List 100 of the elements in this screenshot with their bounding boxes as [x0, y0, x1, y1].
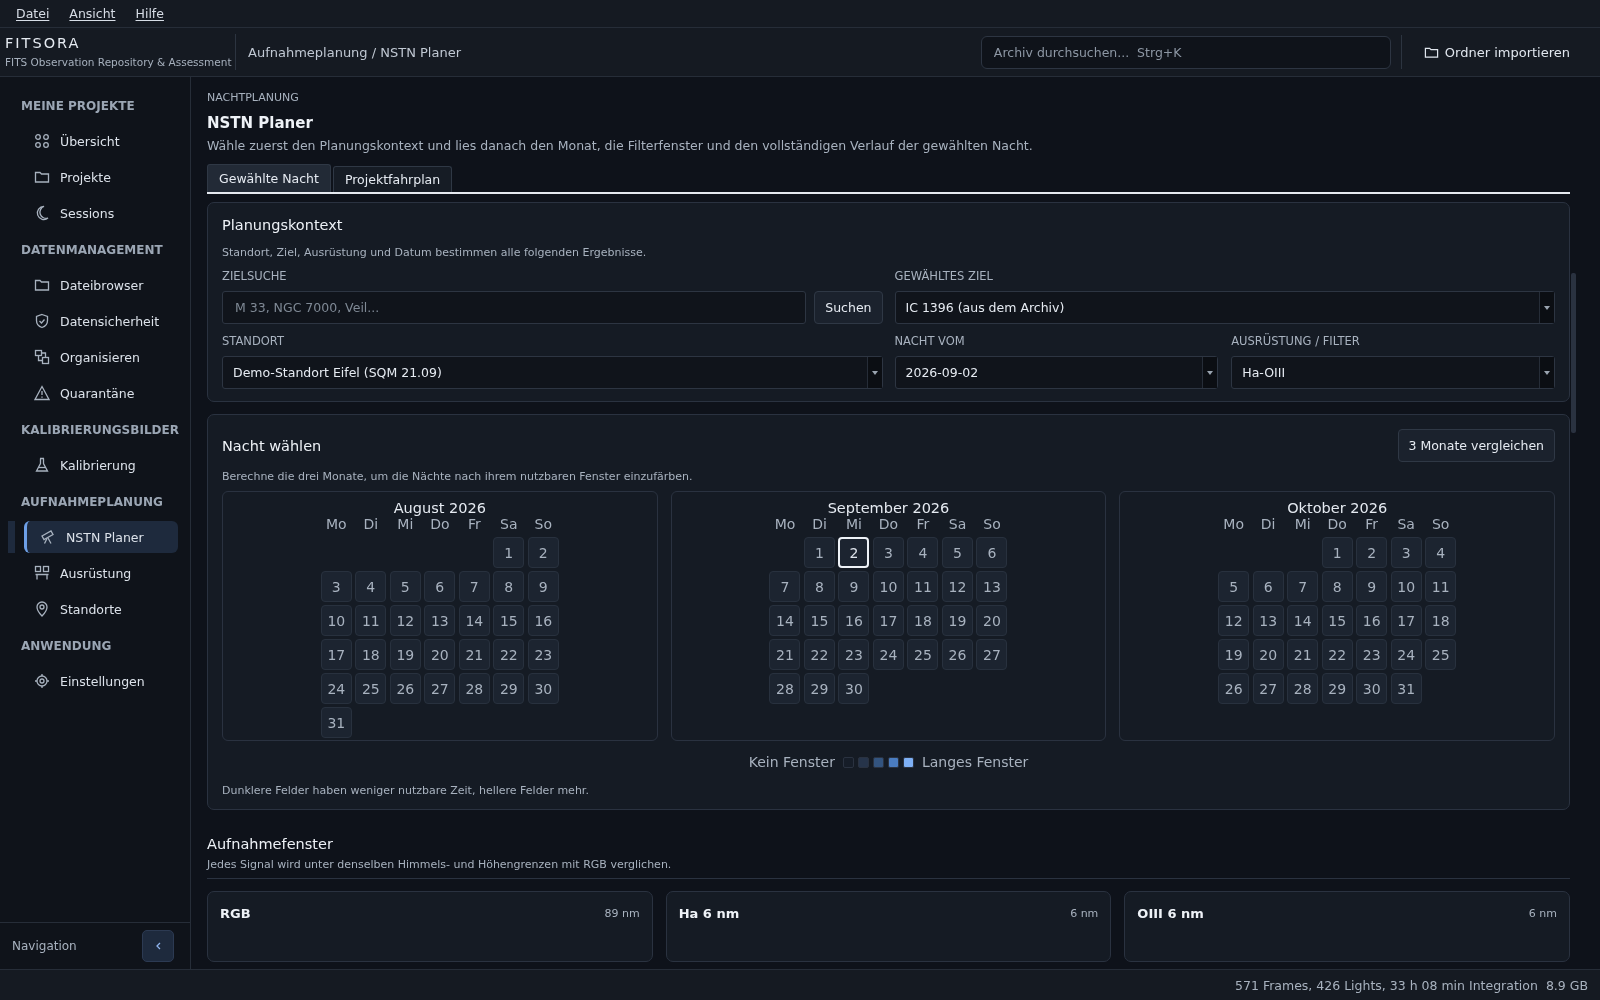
sidebar-item[interactable]: Übersicht	[24, 125, 178, 157]
day-cell[interactable]: 2	[527, 537, 559, 568]
sidebar-item[interactable]: Sessions	[24, 197, 178, 229]
day-cell[interactable]: 11	[907, 571, 939, 602]
day-cell[interactable]: 1	[493, 537, 525, 568]
day-cell[interactable]: 28	[458, 673, 490, 704]
sidebar-item[interactable]: Projekte	[24, 161, 178, 193]
day-cell[interactable]: 21	[769, 639, 801, 670]
day-cell[interactable]: 11	[1425, 571, 1457, 602]
day-cell[interactable]: 23	[1356, 639, 1388, 670]
day-cell[interactable]: 17	[320, 639, 352, 670]
tab[interactable]: Projektfahrplan	[332, 166, 453, 192]
day-cell[interactable]: 24	[320, 673, 352, 704]
day-cell[interactable]: 25	[907, 639, 939, 670]
day-cell[interactable]: 16	[527, 605, 559, 636]
day-cell[interactable]: 10	[873, 571, 904, 602]
day-cell[interactable]: 30	[838, 673, 870, 704]
day-cell[interactable]: 23	[527, 639, 559, 670]
collapse-button[interactable]	[142, 930, 174, 962]
day-cell[interactable]: 1	[804, 537, 835, 568]
day-cell[interactable]: 5	[942, 537, 973, 568]
import-button[interactable]: Ordner importieren	[1411, 38, 1582, 66]
day-cell[interactable]: 4	[1425, 537, 1457, 568]
tab[interactable]: Gewählte Nacht	[207, 164, 331, 192]
day-cell[interactable]: 3	[873, 537, 904, 568]
search-field[interactable]: Archiv durchsuchen... Strg+K	[980, 35, 1391, 69]
day-cell[interactable]: 19	[1218, 639, 1250, 670]
day-cell[interactable]: 1	[1321, 537, 1353, 568]
day-cell[interactable]: 26	[942, 639, 973, 670]
day-cell[interactable]: 13	[1252, 605, 1284, 636]
target-search-field[interactable]: M 33, NGC 7000, Veil...	[222, 291, 807, 324]
day-cell[interactable]: 30	[1356, 673, 1388, 704]
day-cell[interactable]: 28	[769, 673, 801, 704]
day-cell[interactable]: 7	[769, 571, 801, 602]
day-cell[interactable]: 6	[424, 571, 456, 602]
day-cell[interactable]: 22	[1321, 639, 1353, 670]
day-cell[interactable]: 20	[424, 639, 456, 670]
sidebar-item[interactable]: Datensicherheit	[24, 305, 178, 337]
day-cell[interactable]: 9	[527, 571, 559, 602]
day-cell[interactable]: 24	[1390, 639, 1422, 670]
day-cell[interactable]: 21	[1287, 639, 1319, 670]
day-cell[interactable]: 9	[838, 571, 870, 602]
equipment-select[interactable]: Ha-OIII	[1231, 356, 1555, 389]
sidebar-item[interactable]: Dateibrowser	[24, 269, 178, 301]
day-cell[interactable]: 4	[907, 537, 939, 568]
compare-button[interactable]: 3 Monate vergleichen	[1397, 429, 1555, 462]
day-cell[interactable]: 4	[355, 571, 387, 602]
sidebar-item[interactable]: Organisieren	[24, 341, 178, 373]
day-cell[interactable]: 10	[1390, 571, 1422, 602]
day-cell[interactable]: 22	[493, 639, 525, 670]
day-cell[interactable]: 12	[942, 571, 973, 602]
date-select[interactable]: 2026-09-02	[894, 356, 1219, 389]
day-cell[interactable]: 20	[1252, 639, 1284, 670]
day-cell[interactable]: 25	[1425, 639, 1457, 670]
menu-item[interactable]: Datei	[8, 4, 58, 23]
target-select[interactable]: IC 1396 (aus dem Archiv)	[894, 291, 1555, 324]
day-cell[interactable]: 8	[1321, 571, 1353, 602]
day-cell[interactable]: 7	[1287, 571, 1319, 602]
menu-item[interactable]: Ansicht	[61, 4, 124, 23]
day-cell[interactable]: 6	[1252, 571, 1284, 602]
day-cell[interactable]: 21	[458, 639, 490, 670]
day-cell[interactable]: 17	[873, 605, 904, 636]
location-select[interactable]: Demo-Standort Eifel (SQM 21.09)	[222, 356, 883, 389]
day-cell[interactable]: 27	[424, 673, 456, 704]
day-cell[interactable]: 13	[976, 571, 1008, 602]
day-cell[interactable]: 15	[493, 605, 525, 636]
sidebar-item[interactable]: Einstellungen	[24, 665, 178, 697]
sidebar-item[interactable]: Quarantäne	[24, 377, 178, 409]
day-cell[interactable]: 8	[493, 571, 525, 602]
day-cell[interactable]: 14	[1287, 605, 1319, 636]
day-cell[interactable]: 28	[1287, 673, 1319, 704]
day-cell[interactable]: 14	[769, 605, 801, 636]
scrollbar[interactable]	[1571, 273, 1576, 433]
day-cell[interactable]: 29	[804, 673, 835, 704]
day-cell[interactable]: 31	[1390, 673, 1422, 704]
day-cell[interactable]: 10	[320, 605, 352, 636]
day-cell[interactable]: 29	[1321, 673, 1353, 704]
sidebar-item[interactable]: Ausrüstung	[24, 557, 178, 589]
day-cell[interactable]: 27	[1252, 673, 1284, 704]
day-cell[interactable]: 18	[907, 605, 939, 636]
day-cell[interactable]: 29	[493, 673, 525, 704]
day-cell[interactable]: 18	[355, 639, 387, 670]
day-cell[interactable]: 23	[838, 639, 870, 670]
day-cell[interactable]: 27	[976, 639, 1008, 670]
sidebar-item[interactable]: Kalibrierung	[24, 449, 178, 481]
sidebar-item[interactable]: Standorte	[24, 593, 178, 625]
day-cell[interactable]: 2	[838, 537, 870, 568]
day-cell[interactable]: 8	[804, 571, 835, 602]
day-cell[interactable]: 6	[976, 537, 1008, 568]
day-cell[interactable]: 3	[320, 571, 352, 602]
day-cell[interactable]: 19	[389, 639, 421, 670]
day-cell[interactable]: 13	[424, 605, 456, 636]
day-cell[interactable]: 9	[1356, 571, 1388, 602]
day-cell[interactable]: 11	[355, 605, 387, 636]
day-cell[interactable]: 5	[1218, 571, 1250, 602]
menu-item[interactable]: Hilfe	[127, 4, 172, 23]
day-cell[interactable]: 15	[1321, 605, 1353, 636]
day-cell[interactable]: 12	[1218, 605, 1250, 636]
day-cell[interactable]: 15	[804, 605, 835, 636]
day-cell[interactable]: 24	[873, 639, 904, 670]
